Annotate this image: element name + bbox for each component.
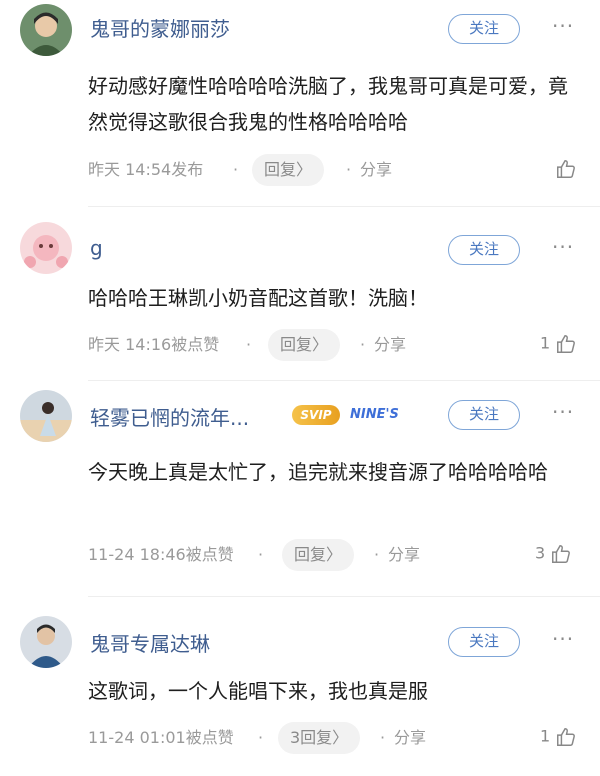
like-button[interactable]: 3 [535,543,572,565]
comment-text: 这歌词，一个人能唱下来，我也真是服 [88,679,428,703]
follow-button[interactable]: 关注 [448,627,520,657]
separator-dot: · [258,545,264,564]
reply-button[interactable]: 3回复〉 [278,722,361,754]
avatar[interactable] [20,4,72,56]
thumbs-up-icon [552,545,571,563]
username[interactable]: g [90,236,103,260]
comment-time: 11-24 18:46被点赞 [88,545,234,564]
separator-dot: · [346,160,352,179]
like-button[interactable]: 1 [540,333,577,355]
reply-button[interactable]: 回复〉 [268,329,341,361]
like-count: 1 [540,726,551,746]
divider [88,380,600,381]
thumbs-up-icon [557,335,576,353]
more-options-icon[interactable]: ··· [552,14,574,38]
comment-time: 11-24 01:01被点赞 [88,728,234,747]
thumbs-up-icon [557,160,575,178]
separator-dot: · [233,160,239,179]
comment-time: 昨天 14:16被点赞 [88,335,220,354]
follow-button[interactable]: 关注 [448,235,520,265]
avatar[interactable] [20,390,72,442]
like-button[interactable] [555,158,577,180]
username[interactable]: 鬼哥的蒙娜丽莎 [90,13,230,42]
avatar[interactable] [20,222,72,274]
more-options-icon[interactable]: ··· [552,627,574,651]
fan-badge: NINE'S [350,407,399,422]
more-options-icon[interactable]: ··· [552,400,574,424]
separator-dot: · [380,728,386,747]
share-button[interactable]: 分享 [388,539,420,571]
separator-dot: · [246,335,252,354]
like-count: 3 [535,543,546,563]
follow-button[interactable]: 关注 [448,400,520,430]
separator-dot: · [360,335,366,354]
comment-text: 哈哈哈王琳凯小奶音配这首歌！洗脑！ [88,286,428,310]
more-options-icon[interactable]: ··· [552,235,574,259]
reply-button[interactable]: 回复〉 [282,539,355,571]
share-button[interactable]: 分享 [360,154,392,186]
avatar[interactable] [20,616,72,668]
reply-button[interactable]: 回复〉 [252,154,325,186]
thumbs-up-icon [557,728,576,746]
comment-text: 好动感好魔性哈哈哈哈洗脑了，我鬼哥可真是可爱，竟然觉得这歌很合我鬼的性格哈哈哈哈 [88,74,568,134]
like-button[interactable]: 1 [540,726,577,748]
share-button[interactable]: 分享 [394,722,426,754]
comment-text: 今天晚上真是太忙了，追完就来搜音源了哈哈哈哈哈 [88,460,548,484]
username[interactable]: 轻雾已惘的流年... [90,402,249,431]
separator-dot: · [258,728,264,747]
like-count: 1 [540,333,551,353]
svip-badge: SVIP [292,405,340,425]
divider [88,206,600,207]
separator-dot: · [374,545,380,564]
comment-time: 昨天 14:54发布 [88,160,204,179]
follow-button[interactable]: 关注 [448,14,520,44]
share-button[interactable]: 分享 [374,329,406,361]
divider [88,596,600,597]
username[interactable]: 鬼哥专属达琳 [90,628,210,657]
